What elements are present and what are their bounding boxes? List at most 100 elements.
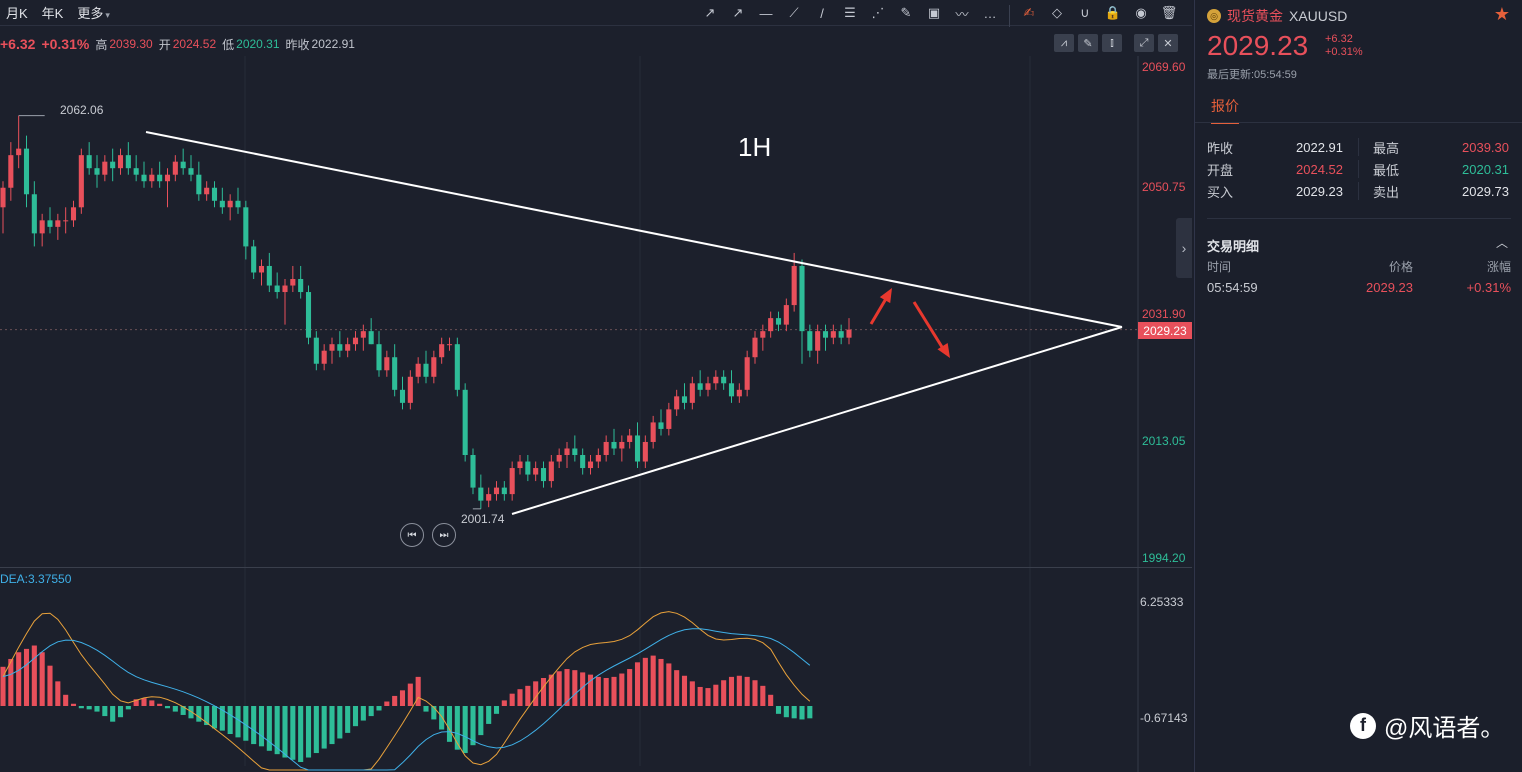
more-tools-icon[interactable]: … — [979, 2, 1001, 24]
macd-histogram-bar — [376, 706, 382, 711]
symbol-name[interactable]: 现货黄金 — [1227, 6, 1283, 26]
candle-body — [642, 441, 648, 462]
magnet-icon[interactable]: ∪ — [1074, 2, 1096, 24]
candle-body — [102, 161, 108, 175]
candle-body — [423, 363, 429, 377]
gann-fan-icon[interactable]: ⋰ — [867, 2, 889, 24]
macd-histogram-bar — [728, 676, 735, 706]
quote-value: 2039.30 — [1462, 139, 1509, 155]
scroll-start-button[interactable]: ⏮ — [400, 523, 424, 547]
candle-body — [650, 422, 656, 442]
candle-body — [501, 487, 507, 495]
period-monthly[interactable]: 月K — [6, 3, 28, 22]
macd-histogram-bar — [423, 706, 429, 712]
watermark-text: @风语者。 — [1384, 715, 1505, 742]
trash-icon[interactable]: 🗑 — [1158, 2, 1180, 24]
brush-icon[interactable]: ✎ — [895, 2, 917, 24]
draw-mode-icon[interactable]: ✍ — [1018, 2, 1040, 24]
trend-line-icon[interactable]: ⟋ — [783, 2, 805, 24]
image-icon[interactable]: ▣ — [923, 2, 945, 24]
macd-histogram-bar — [125, 706, 131, 710]
candle-body — [493, 487, 500, 495]
panel-toggle-chevron-icon[interactable]: › — [1176, 218, 1192, 278]
macd-histogram-bar — [164, 706, 171, 709]
favorite-star-icon[interactable]: ★ — [1494, 4, 1510, 25]
quote-separator — [1358, 182, 1359, 200]
candle-body — [110, 161, 116, 169]
period-more-dropdown[interactable]: 更多 — [77, 3, 110, 22]
candle-body — [619, 441, 625, 449]
candle-body — [94, 168, 100, 175]
macd-histogram-bar — [251, 706, 257, 745]
chart-controls: ⩘ ✎ ⫾ ⤢ ✕ — [1054, 34, 1178, 52]
macd-histogram-bar — [634, 662, 641, 706]
collapse-chevron-up-icon[interactable]: ︿ — [1496, 234, 1508, 251]
trade-time: 05:54:59 — [1207, 280, 1258, 295]
macd-histogram-bar — [117, 706, 124, 718]
candle-body — [282, 285, 288, 293]
candle-body — [78, 155, 84, 208]
macd-axis-bottom: -0.67143 — [1140, 711, 1188, 725]
author-watermark: f @风语者。 — [1350, 708, 1504, 743]
pane-divider[interactable] — [0, 567, 1192, 568]
macd-histogram-bar — [517, 689, 523, 706]
eraser-icon[interactable]: ◇ — [1046, 2, 1068, 24]
macd-histogram-bar — [721, 680, 727, 706]
candle-body — [55, 220, 61, 227]
high-label: 高 — [95, 37, 108, 52]
macd-histogram-bar — [321, 706, 327, 749]
segment-icon[interactable]: / — [811, 2, 833, 24]
close-icon[interactable]: ✕ — [1158, 34, 1178, 52]
candle-body — [815, 331, 821, 351]
candle-body — [337, 344, 343, 351]
chart-area[interactable]: 月K 年K 更多 ↗ ↗ — ⟋ / ☰ ⋰ ✎ ▣ 〰 … ✍ ◇ ∪ 🔒 ◉ 🗑 +6.32 +0.31% … — [0, 0, 1192, 772]
last-price: 2029.23 — [1207, 30, 1309, 61]
macd-histogram-bar — [666, 663, 672, 706]
period-yearly[interactable]: 年K — [42, 3, 64, 22]
candle-body — [783, 305, 789, 325]
trade-price: 2029.23 — [1366, 280, 1413, 295]
quote-row: 买入 2029.23 卖出 2029.73 — [1207, 180, 1511, 202]
quote-label: 卖出 — [1373, 184, 1400, 200]
quote-grid: 昨收 2022.91 最高 2039.30 开盘 2024.52 最低 2020.31 买入 20… — [1207, 136, 1511, 202]
candle-body — [822, 331, 829, 338]
macd-histogram-bar — [305, 706, 312, 758]
macd-histogram-bar — [752, 680, 758, 706]
candle-type-icon[interactable]: ⫾ — [1102, 34, 1122, 52]
candle-body — [595, 455, 601, 462]
trade-row: 05:54:59 2029.23 +0.31% — [1207, 280, 1511, 295]
expand-icon[interactable]: ⤢ — [1134, 34, 1154, 52]
fibonacci-icon[interactable]: ☰ — [839, 2, 861, 24]
chart-canvas[interactable] — [0, 56, 1192, 772]
scroll-end-button[interactable]: ⏭ — [432, 523, 456, 547]
candle-body — [157, 174, 163, 182]
pattern-icon[interactable]: 〰 — [951, 2, 973, 24]
macd-histogram-bar — [39, 652, 45, 706]
header-time: 时间 — [1207, 260, 1232, 274]
macd-axis-top: 6.25333 — [1140, 595, 1184, 609]
candle-body — [274, 285, 280, 293]
price-axis-label: 2050.75 — [1142, 180, 1186, 194]
indicator-icon[interactable]: ⩘ — [1054, 34, 1074, 52]
candle-body — [439, 344, 445, 358]
macd-histogram-bar — [298, 706, 304, 762]
macd-histogram-bar — [196, 706, 202, 722]
candle-body — [63, 220, 69, 222]
symbol-code: XAUUSD — [1289, 8, 1348, 24]
macd-dif-line — [2, 611, 811, 771]
ray-icon[interactable]: ↗ — [727, 2, 749, 24]
candle-body — [587, 461, 594, 469]
lock-icon[interactable]: 🔒 — [1102, 2, 1124, 24]
candle-body — [290, 279, 296, 286]
candle-body — [658, 422, 664, 429]
horizontal-line-icon[interactable]: — — [755, 2, 777, 24]
macd-histogram-bar — [572, 670, 578, 706]
macd-histogram-bar — [705, 688, 711, 706]
macd-histogram-bar — [556, 671, 562, 706]
candle-body — [431, 357, 437, 377]
arrow-line-icon[interactable]: ↗ — [699, 2, 721, 24]
eye-icon[interactable]: ◉ — [1130, 2, 1152, 24]
candle-body — [243, 207, 249, 247]
tab-quote[interactable]: 报价 — [1211, 96, 1239, 124]
pen-icon[interactable]: ✎ — [1078, 34, 1098, 52]
